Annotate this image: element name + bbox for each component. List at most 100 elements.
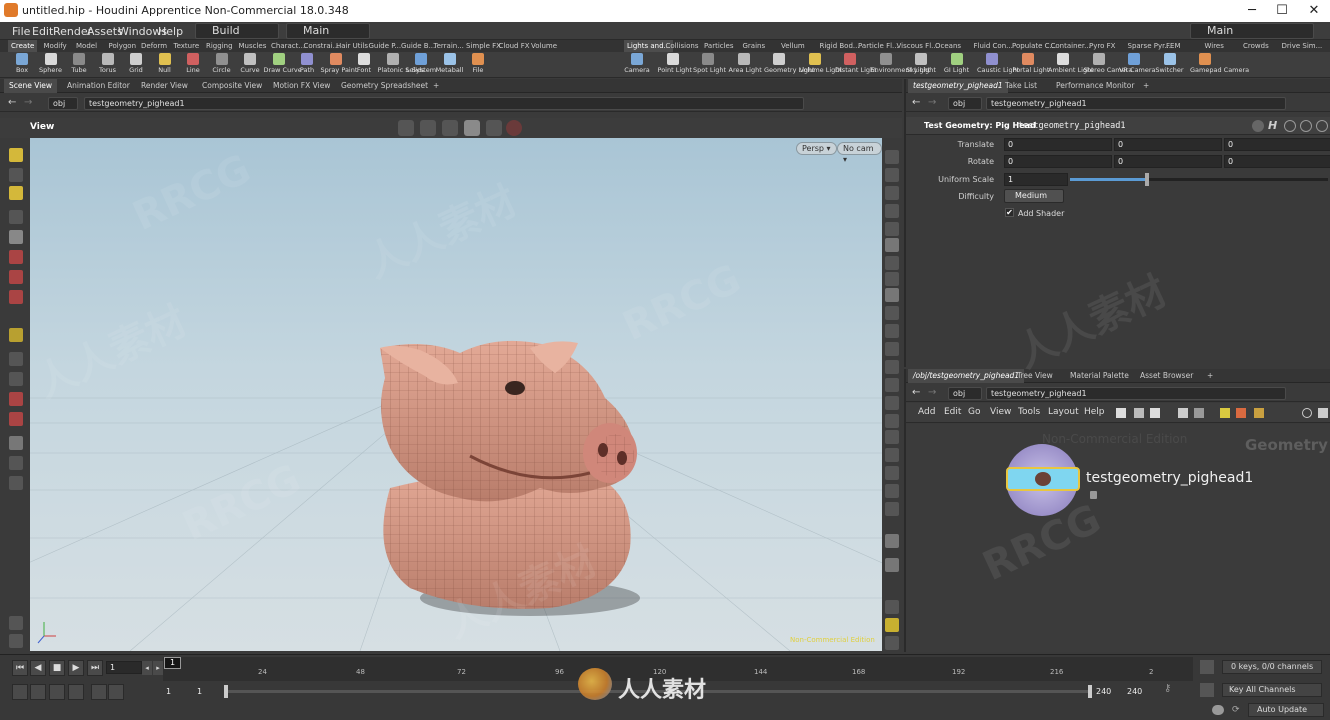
shelf-right-tab-3[interactable]: Grains — [740, 40, 769, 52]
difficulty-dropdown[interactable]: Medium — [1004, 189, 1064, 203]
shelf-right-tab-14[interactable]: FEM — [1163, 40, 1184, 52]
back-arrow-icon[interactable]: ← — [8, 97, 16, 108]
range-start-handle[interactable] — [224, 685, 228, 698]
add-tab-icon[interactable]: + — [428, 79, 444, 93]
sticky-note-icon[interactable] — [1220, 408, 1230, 418]
message-icon[interactable] — [1212, 705, 1224, 715]
net-menu-go[interactable]: Go — [968, 407, 980, 417]
keys-info-dropdown[interactable]: 0 keys, 0/0 channels — [1222, 660, 1322, 674]
minimize-button[interactable]: ─ — [1236, 0, 1268, 22]
range-end-icon[interactable] — [108, 684, 124, 700]
uniform-scale-slider[interactable] — [1070, 173, 1328, 186]
shelf-right-tool-caustic-light[interactable]: Caustic Light — [977, 53, 1019, 78]
range-end-b[interactable]: 240 — [1127, 687, 1142, 696]
shelf-right-tool-ambient-light[interactable]: Ambient Light — [1048, 53, 1094, 78]
shelf-left-tool-font[interactable]: Font — [349, 53, 379, 78]
display-option-6-icon[interactable] — [885, 272, 899, 286]
rotate-y-field[interactable]: 0 — [1114, 155, 1222, 168]
camera-tool-icon[interactable] — [9, 352, 23, 366]
display-option-13-icon[interactable] — [885, 414, 899, 428]
tab-asset-browser[interactable]: Asset Browser — [1135, 369, 1198, 383]
menu-file[interactable]: File — [12, 25, 30, 38]
step-forward-button[interactable]: ▸ — [153, 661, 163, 675]
list-icon[interactable] — [1150, 408, 1160, 418]
range-start-b[interactable]: 1 — [197, 687, 202, 696]
shelf-left-tool-circle[interactable]: Circle — [207, 53, 237, 78]
shelf-right-tool-geometry-light[interactable]: Geometry Light — [764, 53, 815, 78]
realtime-toggle-icon[interactable] — [12, 684, 28, 700]
shelf-right-tab-2[interactable]: Particles — [701, 40, 737, 52]
back-arrow-icon[interactable]: ← — [912, 97, 920, 108]
add-tab-icon[interactable]: + — [1202, 369, 1218, 383]
range-start-a[interactable]: 1 — [166, 687, 171, 696]
key-tool-icon[interactable]: ⚷ — [1164, 683, 1178, 697]
key-scope-icon[interactable] — [1200, 683, 1214, 697]
tab-material-palette[interactable]: Material Palette — [1065, 369, 1134, 383]
add-tab-icon[interactable]: + — [1138, 79, 1154, 93]
display-option-3-icon[interactable] — [885, 204, 899, 218]
path-node-field[interactable]: testgeometry_pighead1 — [986, 387, 1286, 400]
snap-icon[interactable] — [420, 120, 436, 136]
display-option-18-icon[interactable] — [885, 502, 899, 516]
play-reverse-button[interactable]: ◀ — [30, 660, 46, 676]
forward-arrow-icon[interactable]: → — [928, 97, 936, 108]
background-icon[interactable] — [885, 534, 899, 548]
shelf-right-tool-vr-camera[interactable]: VR Camera — [1119, 53, 1156, 78]
display-option-8-icon[interactable] — [885, 324, 899, 338]
display-option-16-icon[interactable] — [885, 466, 899, 480]
scene-manager-icon[interactable] — [9, 616, 23, 630]
shelf-right-tool-distant-light[interactable]: Distant Light — [835, 53, 877, 78]
tools-icon[interactable] — [1116, 408, 1126, 418]
move-tool-icon[interactable] — [9, 168, 23, 182]
fps-icon[interactable] — [68, 684, 84, 700]
rotate-x-field[interactable]: 0 — [1004, 155, 1112, 168]
pose-tool-icon[interactable] — [9, 270, 23, 284]
shelf-left-tool-metaball[interactable]: Metaball — [435, 53, 465, 78]
path-node-field[interactable]: testgeometry_pighead1 — [986, 97, 1286, 110]
shelf-right-tool-area-light[interactable]: Area Light — [729, 53, 762, 78]
net-menu-edit[interactable]: Edit — [944, 407, 961, 417]
shelf-right-tool-stereo-camera[interactable]: Stereo Camera — [1084, 53, 1132, 78]
shelf-right-tool-portal-light[interactable]: Portal Light — [1013, 53, 1049, 78]
display-option-12-icon[interactable] — [885, 396, 899, 410]
shelf-left-tool-spray-paint[interactable]: Spray Paint — [321, 53, 357, 78]
search-icon[interactable] — [1284, 120, 1296, 132]
display-option-2-icon[interactable] — [885, 168, 899, 182]
channel-icon[interactable] — [1200, 660, 1214, 674]
shelf-left-tab-16[interactable]: Volume — [528, 40, 560, 52]
main-desktop-dropdown[interactable]: Main — [286, 23, 370, 39]
translate-z-field[interactable]: 0 — [1224, 138, 1330, 151]
shelf-left-tool-grid[interactable]: Grid — [121, 53, 151, 78]
close-button[interactable]: ✕ — [1298, 0, 1330, 22]
shelf-right-tab-8[interactable]: Oceans — [932, 40, 964, 52]
shelf-right-tab-1[interactable]: Collisions — [663, 40, 702, 52]
shelf-left-tool-curve[interactable]: Curve — [235, 53, 265, 78]
shelf-left-tool-sphere[interactable]: Sphere — [36, 53, 66, 78]
translate-x-field[interactable]: 0 — [1004, 138, 1112, 151]
display-option-10-icon[interactable] — [885, 360, 899, 374]
node-name-label[interactable]: testgeometry_pighead1 — [1086, 470, 1253, 486]
shelf-left-tool-file[interactable]: File — [463, 53, 493, 78]
perspective-menu[interactable]: Persp ▾ — [796, 142, 837, 155]
pighead-node[interactable] — [1006, 467, 1080, 491]
tab-take-list[interactable]: Take List — [1000, 79, 1042, 93]
net-menu-tools[interactable]: Tools — [1018, 407, 1040, 417]
shelf-right-tool-gi-light[interactable]: GI Light — [942, 53, 972, 78]
shelf-left-tab-4[interactable]: Deform — [138, 40, 170, 52]
shelf-right-tool-spot-light[interactable]: Spot Light — [693, 53, 726, 78]
tab-performance-monitor[interactable]: Performance Monitor — [1051, 79, 1139, 93]
shelf-right-tool-point-light[interactable]: Point Light — [658, 53, 692, 78]
tab-network-path[interactable]: /obj/testgeometry_pighead1 — [908, 369, 1025, 383]
path-root-obj[interactable]: obj — [48, 97, 78, 110]
node-name-field[interactable]: testgeometry_pighead1 — [1018, 121, 1125, 131]
net-menu-layout[interactable]: Layout — [1048, 407, 1079, 417]
wireframe-icon[interactable] — [885, 288, 899, 302]
selection-mode-icon[interactable] — [398, 120, 414, 136]
info-icon[interactable] — [1318, 408, 1328, 418]
path-root-obj[interactable]: obj — [948, 97, 982, 110]
view-tool-icon[interactable] — [9, 328, 23, 342]
forward-arrow-icon[interactable]: → — [928, 387, 936, 398]
lock-camera-icon[interactable] — [885, 186, 899, 200]
display-option-17-icon[interactable] — [885, 484, 899, 498]
shelf-right-tab-16[interactable]: Crowds — [1240, 40, 1272, 52]
